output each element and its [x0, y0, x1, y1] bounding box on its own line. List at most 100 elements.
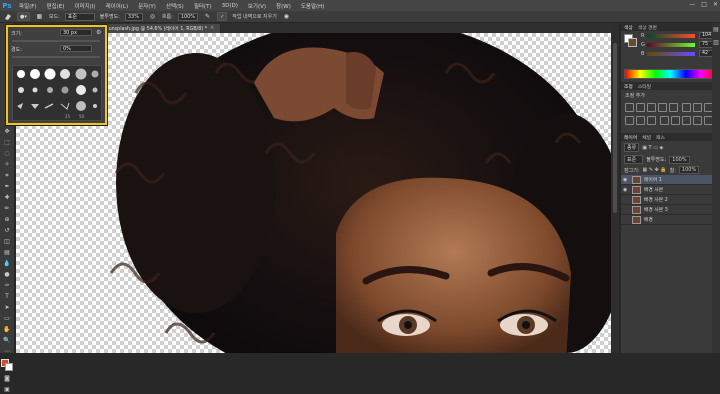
menu-help[interactable]: 도움말(H): [296, 2, 330, 10]
gradient-tool-icon[interactable]: ▤: [2, 248, 13, 257]
minimize-button[interactable]: —: [689, 1, 695, 8]
size-field[interactable]: 30 px: [60, 29, 92, 36]
threshold-icon[interactable]: [681, 116, 691, 125]
mode-select[interactable]: 표준: [64, 12, 95, 21]
crop-tool-icon[interactable]: ⌗: [2, 171, 13, 180]
eye-icon[interactable]: ◉: [623, 177, 629, 183]
shape-tool-icon[interactable]: ▭: [2, 314, 13, 323]
flow-field[interactable]: 100%: [177, 12, 199, 21]
curves-icon[interactable]: [647, 103, 656, 112]
brush-tool-icon[interactable]: ✏: [2, 204, 13, 213]
posterize-icon[interactable]: [670, 116, 680, 125]
menu-type[interactable]: 문자(Y): [133, 2, 161, 10]
gear-icon[interactable]: ⚙: [96, 29, 101, 36]
color-swatches[interactable]: [0, 359, 14, 372]
screen-mode-icon[interactable]: ▣: [2, 385, 13, 394]
eraser-tool-icon[interactable]: [3, 12, 12, 21]
window-controls: — □ ✕: [689, 1, 718, 8]
brightness-icon[interactable]: [625, 103, 634, 112]
size-slider[interactable]: [12, 40, 100, 42]
hand-tool-icon[interactable]: ✋: [2, 325, 13, 334]
pressure-opacity-icon[interactable]: ◎: [148, 12, 157, 21]
tab-styles[interactable]: 스타일: [638, 83, 651, 90]
hue-saturation-icon[interactable]: [681, 103, 691, 112]
pen-tool-icon[interactable]: ✑: [2, 281, 13, 290]
gradient-map-icon[interactable]: [692, 116, 702, 125]
more-tools-icon[interactable]: ⋯: [2, 347, 13, 356]
color-balance-icon[interactable]: [692, 103, 702, 112]
clone-tool-icon[interactable]: ⊕: [2, 215, 13, 224]
blur-tool-icon[interactable]: 💧: [2, 259, 13, 268]
close-icon[interactable]: ×: [210, 26, 214, 31]
brush-tip-grid[interactable]: 25 50: [12, 65, 102, 121]
exposure-icon[interactable]: [658, 103, 667, 112]
menu-select[interactable]: 선택(S): [161, 2, 189, 10]
dodge-tool-icon[interactable]: ●: [2, 270, 13, 279]
menu-layer[interactable]: 레이어(L): [101, 2, 134, 10]
eyedropper-tool-icon[interactable]: ✒: [2, 182, 13, 191]
menu-file[interactable]: 파일(F): [14, 2, 42, 10]
filter-icons[interactable]: ▣ T ▭ ◈: [642, 145, 663, 151]
menu-view[interactable]: 보기(V): [243, 2, 271, 10]
brush-panel-toggle-icon[interactable]: ▦: [35, 12, 44, 21]
vibrance-icon[interactable]: [669, 103, 678, 112]
hardness-field[interactable]: 0%: [60, 45, 92, 52]
panel-icon[interactable]: ▥: [712, 39, 720, 46]
canvas-vertical-scrollbar[interactable]: [611, 23, 619, 353]
layer-kind-select[interactable]: 종류: [624, 143, 640, 152]
history-brush-tool-icon[interactable]: ↺: [2, 226, 13, 235]
hardness-slider[interactable]: [12, 56, 100, 58]
pressure-size-icon[interactable]: ◉: [282, 12, 291, 21]
close-button[interactable]: ✕: [713, 1, 718, 8]
menu-3d[interactable]: 3D(D): [217, 3, 243, 9]
quick-mask-icon[interactable]: ◙: [2, 374, 13, 383]
eye-icon[interactable]: ◉: [623, 187, 629, 193]
layer-row[interactable]: 배경 사본 2: [621, 195, 720, 205]
tab-adjustments[interactable]: 조정: [624, 83, 633, 90]
layer-row[interactable]: ◉ 배경 사본: [621, 185, 720, 195]
blue-slider[interactable]: [647, 51, 695, 56]
eraser-tool-panel-icon[interactable]: ◫: [2, 237, 13, 246]
tab-swatches[interactable]: 색상 견본: [638, 24, 657, 31]
zoom-tool-icon[interactable]: 🔍: [2, 336, 13, 345]
color-ramp[interactable]: [624, 69, 717, 79]
lasso-tool-icon[interactable]: ◌: [2, 149, 13, 158]
path-select-tool-icon[interactable]: ➤: [2, 303, 13, 312]
invert-icon[interactable]: [659, 116, 669, 125]
green-slider[interactable]: [647, 42, 695, 47]
color-lookup-icon[interactable]: [647, 116, 656, 125]
menu-filter[interactable]: 필터(T): [189, 2, 217, 10]
maximize-button[interactable]: □: [701, 1, 707, 8]
airbrush-icon[interactable]: ✎: [203, 12, 212, 21]
blend-mode-select[interactable]: 표준: [624, 155, 644, 164]
opacity-field[interactable]: 33%: [124, 12, 143, 21]
tab-paths[interactable]: 패스: [656, 134, 665, 141]
menu-image[interactable]: 이미지(I): [69, 2, 100, 10]
menu-edit[interactable]: 편집(E): [42, 2, 70, 10]
background-color-swatch[interactable]: [4, 363, 13, 371]
tab-color[interactable]: 색상: [624, 24, 633, 31]
levels-icon[interactable]: [636, 103, 645, 112]
fill-field[interactable]: 100%: [678, 166, 700, 174]
lock-icons[interactable]: ▦ ✎ ✥ 🔒: [643, 167, 667, 173]
red-slider[interactable]: [647, 33, 695, 38]
marquee-tool-icon[interactable]: ⬚: [2, 138, 13, 147]
move-tool-icon[interactable]: ✥: [2, 127, 13, 136]
tab-layers[interactable]: 레이어: [624, 134, 637, 141]
channel-mixer-icon[interactable]: [636, 116, 645, 125]
healing-tool-icon[interactable]: ✚: [2, 193, 13, 202]
layer-opacity-field[interactable]: 100%: [669, 155, 690, 164]
layer-thumbnail: [632, 195, 641, 204]
layer-row[interactable]: 배경 사본 3: [621, 205, 720, 215]
tab-channels[interactable]: 채널: [642, 134, 651, 141]
menu-window[interactable]: 창(W): [271, 2, 296, 10]
type-tool-icon[interactable]: T: [2, 292, 13, 301]
layer-row[interactable]: ◉ 레이어 1: [621, 175, 720, 185]
scrollbar-thumb[interactable]: [613, 43, 617, 213]
photo-filter-icon[interactable]: [625, 116, 634, 125]
layer-row[interactable]: 배경: [621, 215, 720, 225]
panel-icon[interactable]: ▤: [712, 26, 720, 33]
quick-select-tool-icon[interactable]: ✧: [2, 160, 13, 169]
brush-preset-picker[interactable]: ● ▾: [17, 12, 30, 21]
erase-to-history-checkbox[interactable]: ✓: [217, 12, 228, 21]
